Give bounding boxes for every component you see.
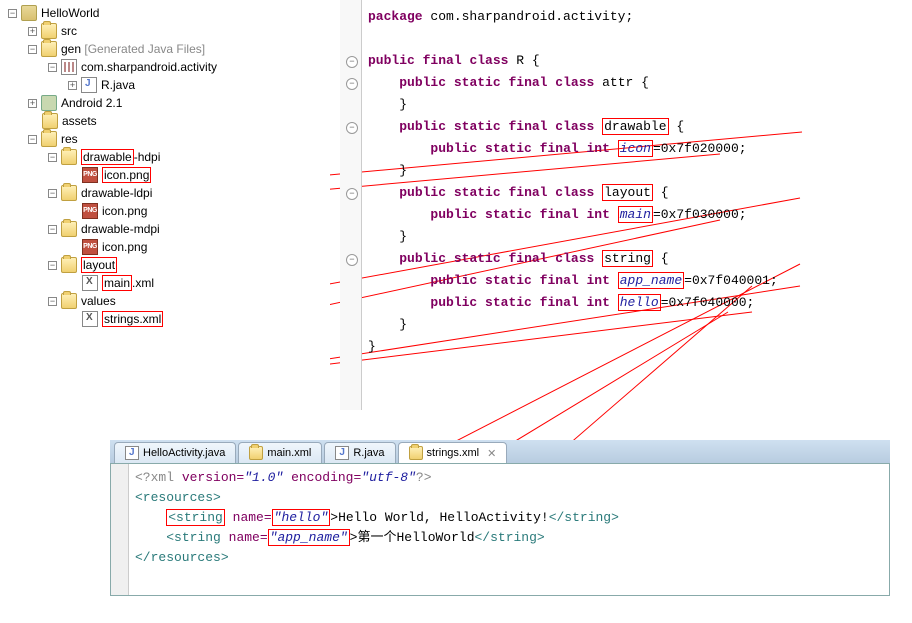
editor-tabbar: HelloActivity.java main.xml R.java strin…: [110, 440, 890, 464]
gen-label: gen: [61, 42, 81, 56]
tree-project[interactable]: − HelloWorld: [0, 4, 330, 22]
editor-gutter: [111, 464, 129, 595]
code-icon-field: icon: [618, 140, 653, 157]
png-file-icon: [82, 203, 98, 219]
package-label: com.sharpandroid.activity: [81, 60, 217, 74]
tab-strings-xml[interactable]: strings.xml ✕: [398, 442, 508, 463]
tree-package[interactable]: − com.sharpandroid.activity: [0, 58, 330, 76]
expand-icon[interactable]: +: [68, 81, 77, 90]
expand-icon[interactable]: +: [28, 27, 37, 36]
close-icon[interactable]: ✕: [487, 447, 496, 460]
folder-icon: [61, 185, 77, 201]
bottom-editor: HelloActivity.java main.xml R.java strin…: [110, 440, 890, 620]
assets-label: assets: [62, 114, 97, 128]
tree-main-xml[interactable]: main.xml: [0, 274, 330, 292]
tree-rjava[interactable]: + R.java: [0, 76, 330, 94]
folder-icon: [61, 293, 77, 309]
collapse-icon[interactable]: −: [8, 9, 17, 18]
folder-icon: [61, 221, 77, 237]
collapse-icon[interactable]: −: [48, 189, 57, 198]
code-main-field: main: [618, 206, 653, 223]
tree-src[interactable]: + src: [0, 22, 330, 40]
tab-main-xml[interactable]: main.xml: [238, 442, 322, 463]
tree-drawable-hdpi[interactable]: − drawable-hdpi: [0, 148, 330, 166]
main-xml-label: main: [102, 275, 132, 291]
library-icon: [41, 95, 57, 111]
android-file-icon: [249, 446, 263, 460]
layout-folder-label: layout: [81, 257, 117, 273]
folder-icon: [42, 113, 58, 129]
java-editor[interactable]: − − − − − package com.sharpandroid.activ…: [340, 0, 912, 410]
xml-editor[interactable]: <?xml version="1.0" encoding="utf-8"?> <…: [110, 464, 890, 596]
png-file-icon: [82, 167, 98, 183]
collapse-icon[interactable]: −: [28, 135, 37, 144]
rjava-label: R.java: [101, 78, 135, 92]
project-icon: [21, 5, 37, 21]
collapse-icon[interactable]: −: [48, 63, 57, 72]
project-label: HelloWorld: [41, 6, 99, 20]
strings-xml-label: strings: [104, 312, 139, 326]
tree-drawable-mdpi[interactable]: − drawable-mdpi: [0, 220, 330, 238]
java-file-icon: [335, 446, 349, 460]
tree-strings-xml[interactable]: strings.xml: [0, 310, 330, 328]
gen-suffix: [Generated Java Files]: [84, 42, 205, 56]
folder-icon: [61, 257, 77, 273]
expand-icon[interactable]: +: [28, 99, 37, 108]
tree-assets[interactable]: assets: [0, 112, 330, 130]
collapse-icon[interactable]: −: [48, 261, 57, 270]
project-explorer[interactable]: − HelloWorld + src − gen [Generated Java…: [0, 0, 330, 410]
mdpi-label: drawable-mdpi: [81, 222, 160, 236]
code-hello-field: hello: [618, 294, 661, 311]
icon-png-label: icon.png: [102, 167, 151, 183]
package-folder-icon: [41, 23, 57, 39]
package-icon: [61, 59, 77, 75]
tab-helloactivity[interactable]: HelloActivity.java: [114, 442, 236, 463]
tree-android-lib[interactable]: + Android 2.1: [0, 94, 330, 112]
tree-icon-ldpi[interactable]: icon.png: [0, 202, 330, 220]
collapse-icon[interactable]: −: [28, 45, 37, 54]
android-label: Android 2.1: [61, 96, 122, 110]
xml-file-icon: [82, 311, 98, 327]
res-label: res: [61, 132, 78, 146]
tree-values[interactable]: − values: [0, 292, 330, 310]
java-file-icon: [81, 77, 97, 93]
tab-rjava[interactable]: R.java: [324, 442, 395, 463]
folder-icon: [41, 131, 57, 147]
code-layout-class: layout: [602, 184, 653, 201]
tree-layout[interactable]: − layout: [0, 256, 330, 274]
values-label: values: [81, 294, 116, 308]
package-folder-icon: [41, 41, 57, 57]
collapse-icon[interactable]: −: [48, 297, 57, 306]
ldpi-label: drawable-ldpi: [81, 186, 152, 200]
collapse-icon[interactable]: −: [48, 225, 57, 234]
collapse-icon[interactable]: −: [48, 153, 57, 162]
drawable-label: drawable: [81, 149, 134, 165]
android-file-icon: [409, 446, 423, 460]
src-label: src: [61, 24, 77, 38]
icon-png-label: icon.png: [102, 204, 147, 218]
png-file-icon: [82, 239, 98, 255]
folder-icon: [61, 149, 77, 165]
code-string-class: string: [602, 250, 653, 267]
tree-drawable-ldpi[interactable]: − drawable-ldpi: [0, 184, 330, 202]
tree-icon-hdpi[interactable]: icon.png: [0, 166, 330, 184]
code-appname-field: app_name: [618, 272, 684, 289]
xml-file-icon: [82, 275, 98, 291]
code-drawable-class: drawable: [602, 118, 668, 135]
tree-icon-mdpi[interactable]: icon.png: [0, 238, 330, 256]
java-file-icon: [125, 446, 139, 460]
icon-png-label: icon.png: [102, 240, 147, 254]
tree-res[interactable]: − res: [0, 130, 330, 148]
tree-gen[interactable]: − gen [Generated Java Files]: [0, 40, 330, 58]
